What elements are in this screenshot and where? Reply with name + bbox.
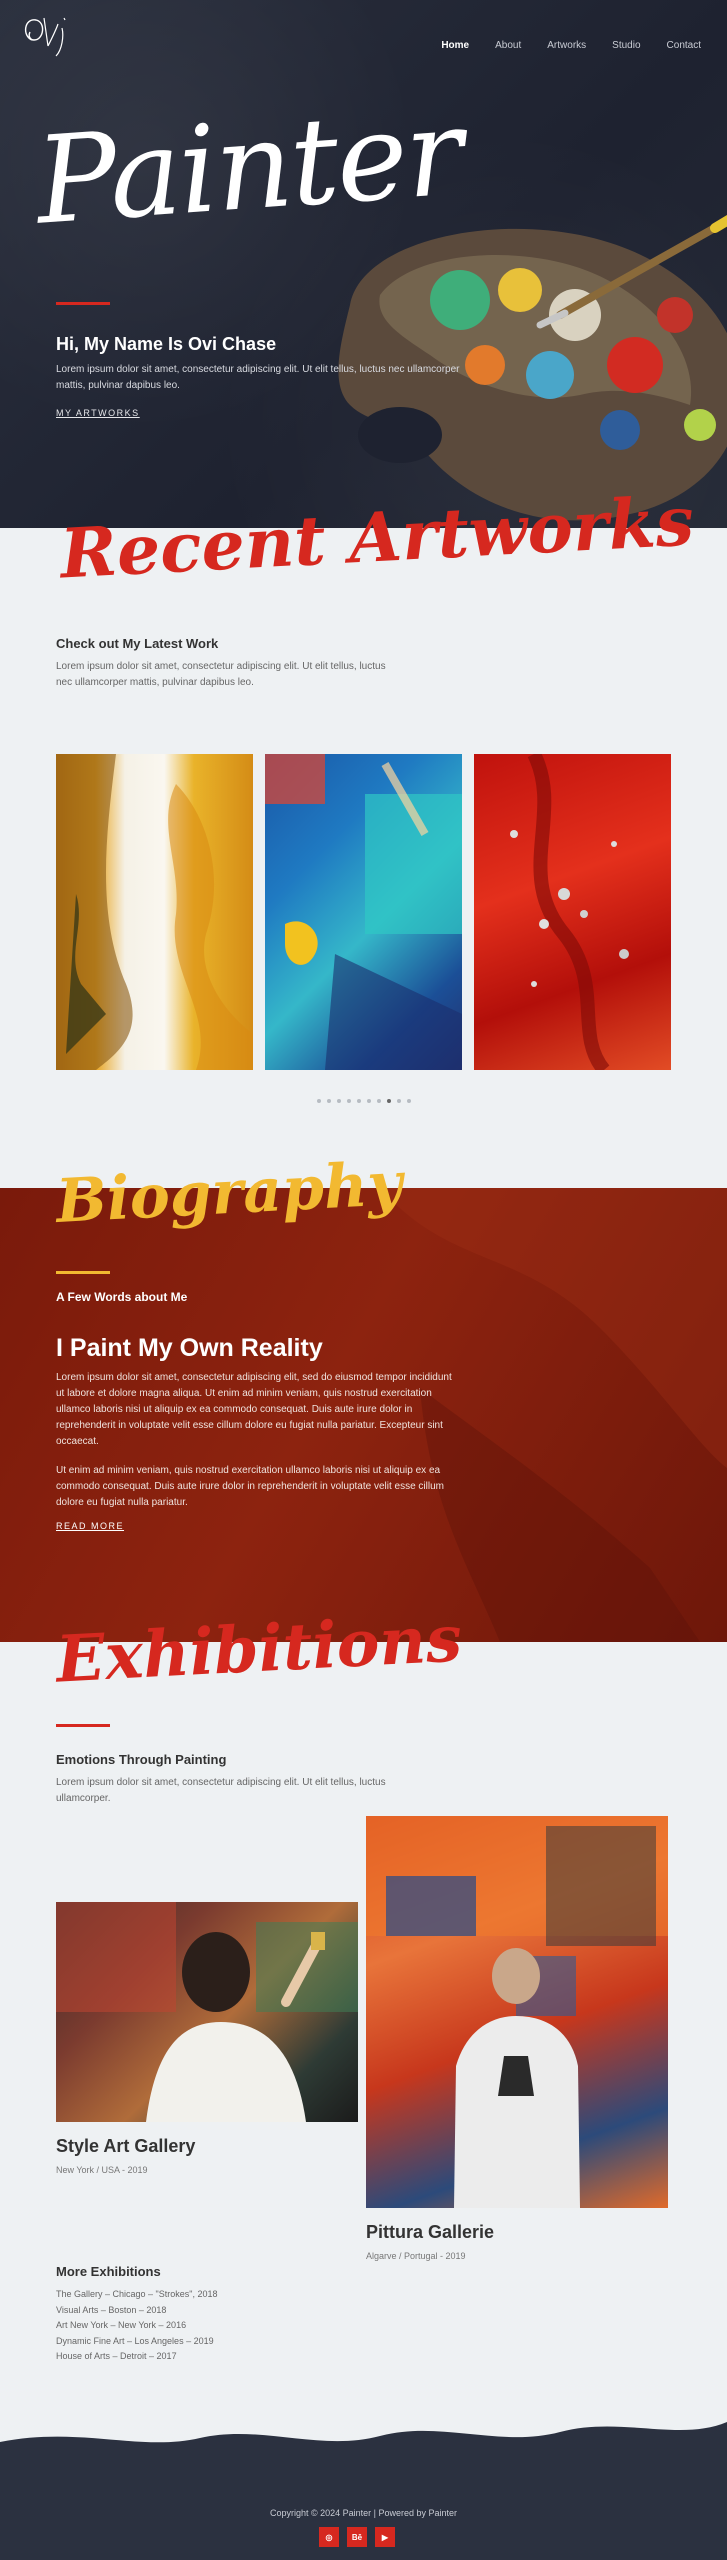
divider-line bbox=[56, 1724, 110, 1727]
list-item: Visual Arts – Boston – 2018 bbox=[56, 2304, 167, 2315]
carousel-dot[interactable] bbox=[357, 1099, 361, 1103]
brush-stroke-divider bbox=[0, 2402, 727, 2443]
carousel-dot[interactable] bbox=[397, 1099, 401, 1103]
bio-subtitle: A Few Words about Me bbox=[56, 1290, 188, 1304]
gallery-image[interactable] bbox=[56, 1902, 358, 2122]
list-item: Dynamic Fine Art – Los Angeles – 2019 bbox=[56, 2335, 214, 2346]
paint-palette-image bbox=[338, 214, 727, 521]
more-exhibitions-list: The Gallery – Chicago – "Strokes", 2018 … bbox=[56, 2287, 217, 2365]
bio-paragraph-2: Ut enim ad minim veniam, quis nostrud ex… bbox=[56, 1465, 444, 1508]
carousel-dot[interactable] bbox=[377, 1099, 381, 1103]
artwork-card[interactable] bbox=[474, 754, 671, 1070]
signature-logo[interactable] bbox=[18, 10, 76, 58]
nav-artworks[interactable]: Artworks bbox=[547, 40, 586, 51]
artwork-image bbox=[510, 754, 629, 1070]
gallery-meta: Algarve / Portugal - 2019 bbox=[366, 2251, 466, 2261]
nav-contact[interactable]: Contact bbox=[667, 40, 701, 51]
hero-description: Lorem ipsum dolor sit amet, consectetur … bbox=[56, 364, 460, 391]
artwork-card[interactable] bbox=[56, 754, 253, 1070]
carousel-dot[interactable] bbox=[367, 1099, 371, 1103]
my-artworks-link[interactable]: MY ARTWORKS bbox=[56, 408, 140, 418]
painter-photo bbox=[56, 1902, 358, 2122]
nav-about[interactable]: About bbox=[495, 40, 521, 51]
gallery-name[interactable]: Pittura Gallerie bbox=[366, 2222, 494, 2243]
divider-line bbox=[56, 302, 110, 305]
nav-studio[interactable]: Studio bbox=[612, 40, 640, 51]
bio-paragraph-1: Lorem ipsum dolor sit amet, consectetur … bbox=[56, 1372, 452, 1447]
social-links: ◎ Bē ▶ bbox=[319, 2527, 395, 2547]
list-item: The Gallery – Chicago – "Strokes", 2018 bbox=[56, 2289, 218, 2299]
carousel-dot[interactable] bbox=[327, 1099, 331, 1103]
carousel-dot[interactable] bbox=[347, 1099, 351, 1103]
bio-heading: I Paint My Own Reality bbox=[56, 1334, 323, 1362]
painter-photo bbox=[366, 1816, 668, 2208]
hero-script-title: Painter bbox=[31, 83, 466, 252]
artwork-image bbox=[56, 754, 253, 1070]
main-nav: Home About Artworks Studio Contact bbox=[441, 40, 701, 51]
carousel-dot[interactable] bbox=[337, 1099, 341, 1103]
read-more-link[interactable]: READ MORE bbox=[56, 1521, 124, 1531]
gallery-image[interactable] bbox=[366, 1816, 668, 2208]
gallery-name[interactable]: Style Art Gallery bbox=[56, 2136, 195, 2157]
more-exhibitions-title: More Exhibitions bbox=[56, 2264, 161, 2279]
hero-heading: Hi, My Name Is Ovi Chase bbox=[56, 334, 277, 354]
artwork-card[interactable] bbox=[265, 754, 462, 1070]
behance-icon[interactable]: Bē bbox=[347, 2527, 367, 2547]
youtube-icon[interactable]: ▶ bbox=[375, 2527, 395, 2547]
recent-description: Lorem ipsum dolor sit amet, consectetur … bbox=[56, 661, 386, 688]
divider-line bbox=[56, 1271, 110, 1274]
exhibitions-heading: Emotions Through Painting bbox=[56, 1752, 227, 1767]
copyright-text: Copyright © 2024 Painter | Powered by Pa… bbox=[269, 2508, 458, 2518]
carousel-dot-active[interactable] bbox=[387, 1099, 391, 1103]
hero-section: Home About Artworks Studio Contact Paint… bbox=[0, 0, 727, 528]
carousel-dots bbox=[317, 1099, 411, 1103]
carousel-dot[interactable] bbox=[407, 1099, 411, 1103]
artwork-image bbox=[265, 754, 462, 1070]
recent-heading: Check out My Latest Work bbox=[56, 636, 219, 651]
list-item: House of Arts – Detroit – 2017 bbox=[56, 2351, 177, 2361]
gallery-meta: New York / USA - 2019 bbox=[56, 2165, 148, 2175]
list-item: Art New York – New York – 2016 bbox=[56, 2320, 187, 2330]
carousel-dot[interactable] bbox=[317, 1099, 321, 1103]
exhibitions-description: Lorem ipsum dolor sit amet, consectetur … bbox=[56, 1777, 386, 1804]
nav-home[interactable]: Home bbox=[441, 40, 469, 51]
dribbble-icon[interactable]: ◎ bbox=[319, 2527, 339, 2547]
